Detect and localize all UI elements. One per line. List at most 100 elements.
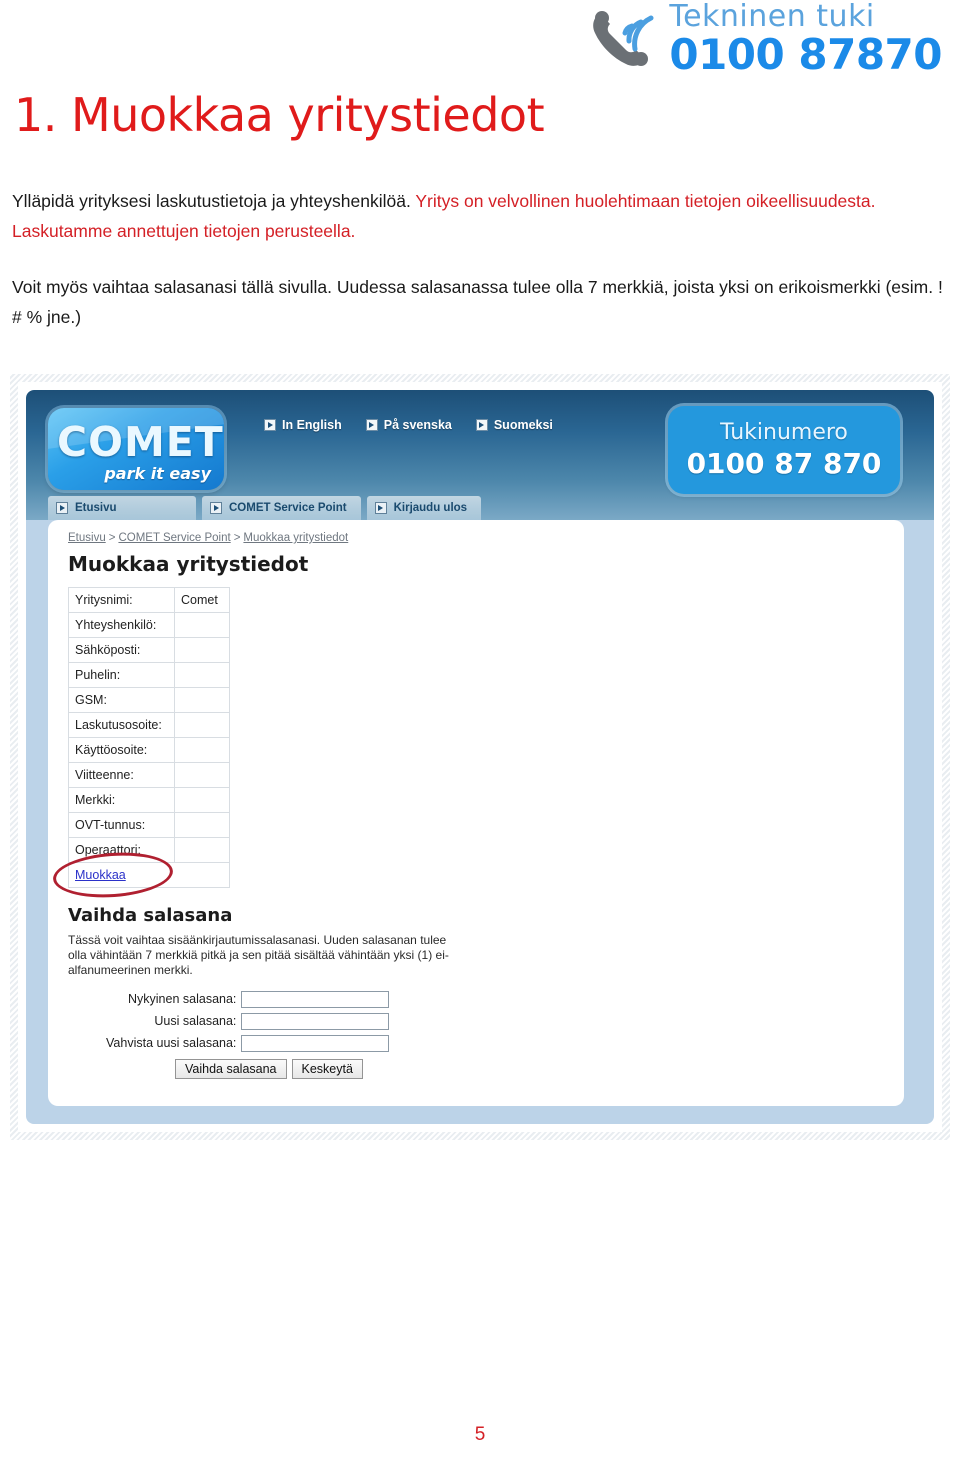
field-value <box>174 687 230 713</box>
support-number-badge: Tukinumero 0100 87 870 <box>668 406 900 494</box>
field-label: Operaattori: <box>68 837 175 863</box>
breadcrumb-item-2[interactable]: Muokkaa yritystiedot <box>243 532 348 544</box>
language-link-fi[interactable]: Suomeksi <box>475 418 553 432</box>
password-note-paragraph: Voit myös vaihtaa salasanasi tällä sivul… <box>12 277 943 327</box>
comet-logo[interactable]: COMET park it easy <box>48 408 224 490</box>
nav-item-service-point[interactable]: COMET Service Point <box>202 496 361 520</box>
field-value <box>174 612 230 638</box>
comet-web-app-screenshot: COMET park it easy In English På svenska… <box>26 390 934 1124</box>
form-row: Nykyinen salasana: <box>106 988 390 1010</box>
field-label: Puhelin: <box>68 662 175 688</box>
field-value <box>174 737 230 763</box>
language-link-sv-label: På svenska <box>383 418 452 432</box>
field-label: Laskutusosoite: <box>68 712 175 738</box>
field-value: Comet <box>174 587 230 613</box>
breadcrumb-separator: > <box>233 532 241 544</box>
field-value <box>174 812 230 838</box>
breadcrumb-separator: > <box>108 532 116 544</box>
field-value <box>174 837 230 863</box>
table-row: OVT-tunnus: <box>68 812 230 838</box>
form-row: Vahvista uusi salasana: <box>106 1032 390 1054</box>
current-password-input[interactable] <box>241 990 390 1008</box>
field-label: GSM: <box>68 687 175 713</box>
confirm-password-label: Vahvista uusi salasana: <box>106 1036 237 1050</box>
cancel-button[interactable]: Keskeytä <box>291 1059 363 1079</box>
support-badge-number: 0100 87 870 <box>686 447 882 480</box>
field-value <box>174 662 230 688</box>
document-header: Tekninen tuki 0100 87870 <box>0 0 960 78</box>
screenshot-inner-margin: COMET park it easy In English På svenska… <box>18 382 942 1132</box>
current-password-label: Nykyinen salasana: <box>128 992 237 1006</box>
intro-paragraph: Ylläpidä yrityksesi laskutustietoja ja y… <box>12 186 956 246</box>
field-value <box>174 637 230 663</box>
play-square-icon <box>374 502 387 514</box>
support-phone-number: 0100 87870 <box>669 30 942 79</box>
phone-ringing-icon <box>585 5 659 73</box>
screenshot-frame: COMET park it easy In English På svenska… <box>10 374 950 1140</box>
new-password-label: Uusi salasana: <box>154 1014 237 1028</box>
nav-item-etusivu-label: Etusivu <box>75 502 117 514</box>
field-label: OVT-tunnus: <box>68 812 175 838</box>
table-row: Merkki: <box>68 787 230 813</box>
play-square-icon <box>56 502 68 514</box>
page-number: 5 <box>474 1424 486 1445</box>
language-link-en[interactable]: In English <box>264 418 342 432</box>
field-label: Sähköposti: <box>68 637 175 663</box>
breadcrumb: Etusivu > COMET Service Point > Muokkaa yrit… <box>68 532 348 544</box>
comet-logo-wordmark: COMET <box>57 418 224 466</box>
panel-heading: Muokkaa yritystiedot <box>68 552 309 576</box>
play-square-icon <box>210 502 222 514</box>
table-row: Laskutusosoite: <box>68 712 230 738</box>
nav-item-etusivu[interactable]: Etusivu <box>48 496 196 520</box>
change-password-button[interactable]: Vaihda salasana <box>175 1059 287 1079</box>
table-row: Operaattori: <box>68 837 230 863</box>
field-value <box>174 762 230 788</box>
support-badge-label: Tukinumero <box>720 420 848 445</box>
language-link-en-label: In English <box>282 418 342 432</box>
table-row: Yhteyshenkilö: <box>68 612 230 638</box>
field-label: Yritysnimi: <box>68 587 175 613</box>
confirm-password-input[interactable] <box>241 1034 390 1052</box>
document-body: Ylläpidä yrityksesi laskutustietoja ja y… <box>12 186 956 332</box>
table-row: Viitteenne: <box>68 762 230 788</box>
table-row: Yritysnimi: Comet <box>68 587 230 613</box>
form-row: Uusi salasana: <box>106 1010 390 1032</box>
nav-item-logout-label: Kirjaudu ulos <box>393 502 468 514</box>
play-square-icon <box>365 419 378 431</box>
new-password-input[interactable] <box>241 1012 390 1030</box>
table-row: Muokkaa <box>68 862 230 888</box>
language-link-sv[interactable]: På svenska <box>365 418 452 432</box>
table-row: Puhelin: <box>68 662 230 688</box>
technical-support-header: Tekninen tuki 0100 87870 <box>585 2 942 76</box>
field-value <box>174 787 230 813</box>
language-link-fi-label: Suomeksi <box>493 418 553 432</box>
company-info-table: Yritysnimi: Comet Yhteyshenkilö: Sähköpo… <box>68 587 230 888</box>
edit-link-cell: Muokkaa <box>68 862 230 888</box>
edit-company-info-link[interactable]: Muokkaa <box>75 868 126 882</box>
field-label: Viitteenne: <box>68 762 175 788</box>
page-title: 1. Muokkaa yritystiedot <box>14 88 545 142</box>
nav-item-logout[interactable]: Kirjaudu ulos <box>366 496 482 520</box>
content-panel: Etusivu > COMET Service Point > Muokkaa yrit… <box>48 520 904 1106</box>
language-switcher: In English På svenska Suomeksi <box>264 418 553 432</box>
table-row: Käyttöosoite: <box>68 737 230 763</box>
field-label: Merkki: <box>68 787 175 813</box>
field-value <box>174 712 230 738</box>
comet-logo-tagline: park it easy <box>104 464 211 483</box>
field-label: Käyttöosoite: <box>68 737 175 763</box>
breadcrumb-item-1[interactable]: COMET Service Point <box>118 532 230 544</box>
change-password-heading: Vaihda salasana <box>68 905 233 926</box>
table-row: GSM: <box>68 687 230 713</box>
breadcrumb-item-0[interactable]: Etusivu <box>68 532 106 544</box>
change-password-form: Nykyinen salasana: Uusi salasana: Vahvis… <box>106 988 390 1079</box>
support-label: Tekninen tuki <box>669 0 875 34</box>
nav-item-service-point-label: COMET Service Point <box>229 502 347 514</box>
password-button-row: Vaihda salasana Keskeytä <box>106 1059 389 1079</box>
main-navigation: Etusivu COMET Service Point Kirjaudu ulo… <box>48 496 482 520</box>
play-square-icon <box>475 419 488 431</box>
play-square-icon <box>264 419 276 431</box>
field-label: Yhteyshenkilö: <box>68 612 175 638</box>
table-row: Sähköposti: <box>68 637 230 663</box>
app-top-bar: COMET park it easy In English På svenska… <box>26 390 934 520</box>
change-password-description: Tässä voit vaihtaa sisäänkirjautumissala… <box>68 933 449 977</box>
